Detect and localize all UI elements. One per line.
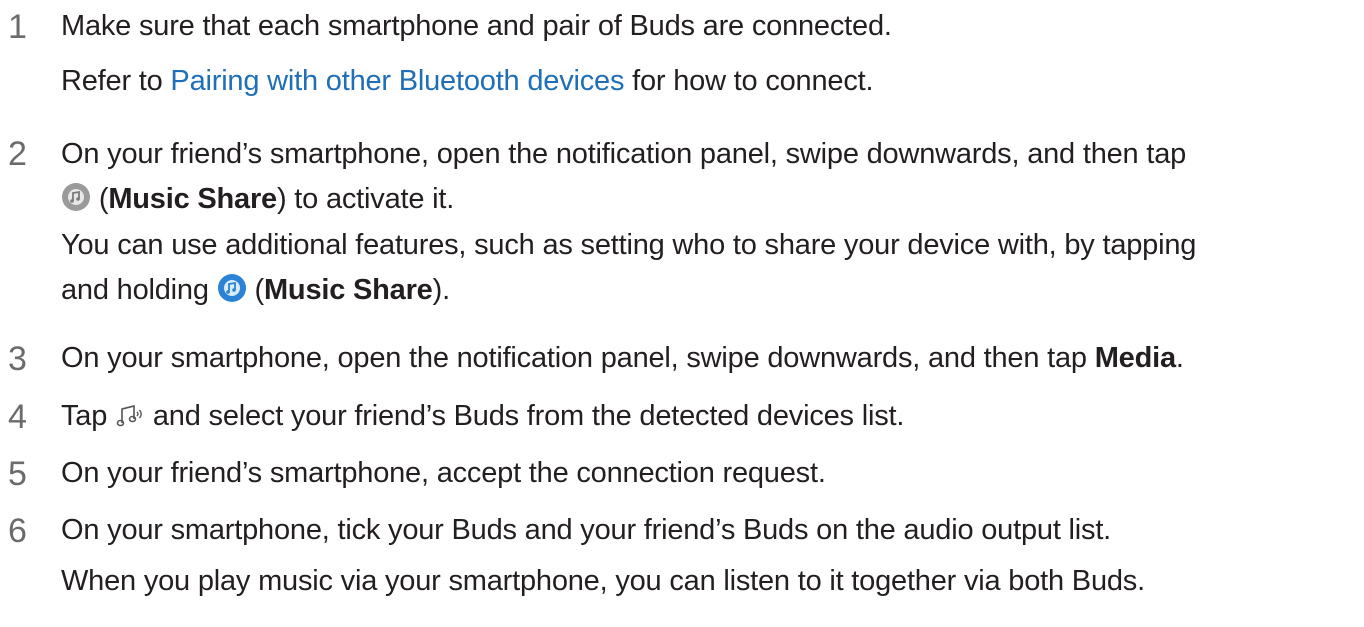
step-3-instruction: On your smartphone, open the notificatio…: [61, 342, 1095, 374]
step-1-number: 1: [8, 8, 27, 46]
step-2-activate-suffix: ) to activate it.: [276, 183, 455, 215]
step-1-refer-prefix: Refer to: [61, 65, 171, 97]
step-6-text: On your smartphone, tick your Buds and y…: [61, 514, 1112, 547]
music-share-on-icon: [217, 273, 247, 311]
step-2-text: On your friend’s smartphone, open the no…: [61, 138, 1187, 171]
step-6-instruction: On your smartphone, tick your Buds and y…: [61, 514, 1112, 546]
step-2-line-4: and holding (Music Share).: [61, 273, 450, 311]
step-1-instruction: Make sure that each smartphone and pair …: [61, 10, 892, 42]
step-4-text: Tap and select your friend’s Buds from t…: [61, 400, 905, 437]
step-6-number: 6: [8, 512, 27, 550]
step-4-suffix: and select your friend’s Buds from the d…: [145, 400, 905, 432]
step-2-line-2: (Music Share) to activate it.: [61, 182, 454, 220]
step-1-refer-suffix: for how to connect.: [624, 65, 874, 97]
step-5-instruction: On your friend’s smartphone, accept the …: [61, 457, 826, 489]
step-6-note: When you play music via your smartphone,…: [61, 565, 1145, 597]
step-2-hold-open-paren: (: [246, 274, 264, 306]
step-4-number: 4: [8, 398, 27, 436]
media-label: Media: [1094, 342, 1176, 374]
step-2-hold-prefix: and holding: [61, 274, 217, 306]
music-share-hold-label: Music Share: [263, 274, 433, 306]
step-3-number: 3: [8, 340, 27, 378]
step-2-instruction: On your friend’s smartphone, open the no…: [61, 138, 1187, 170]
step-2-additional-features: You can use additional features, such as…: [61, 229, 1197, 261]
step-1-text: Make sure that each smartphone and pair …: [61, 10, 892, 43]
step-5-text: On your friend’s smartphone, accept the …: [61, 457, 826, 490]
step-5-number: 5: [8, 455, 27, 493]
step-3-suffix: .: [1175, 342, 1184, 374]
audio-output-icon: [115, 401, 145, 437]
step-4-prefix: Tap: [61, 400, 116, 432]
step-6-subtext: When you play music via your smartphone,…: [61, 565, 1145, 598]
step-3-text: On your smartphone, open the notificatio…: [61, 342, 1184, 375]
music-share-label: Music Share: [108, 183, 277, 215]
music-share-off-icon: [61, 182, 91, 220]
step-2-line-3: You can use additional features, such as…: [61, 229, 1197, 262]
step-2-open-paren: (: [91, 183, 109, 215]
step-1-subtext: Refer to Pairing with other Bluetooth de…: [61, 65, 874, 98]
pairing-link[interactable]: Pairing with other Bluetooth devices: [170, 65, 624, 97]
step-2-hold-suffix: ).: [432, 274, 451, 306]
step-2-number: 2: [8, 135, 27, 173]
